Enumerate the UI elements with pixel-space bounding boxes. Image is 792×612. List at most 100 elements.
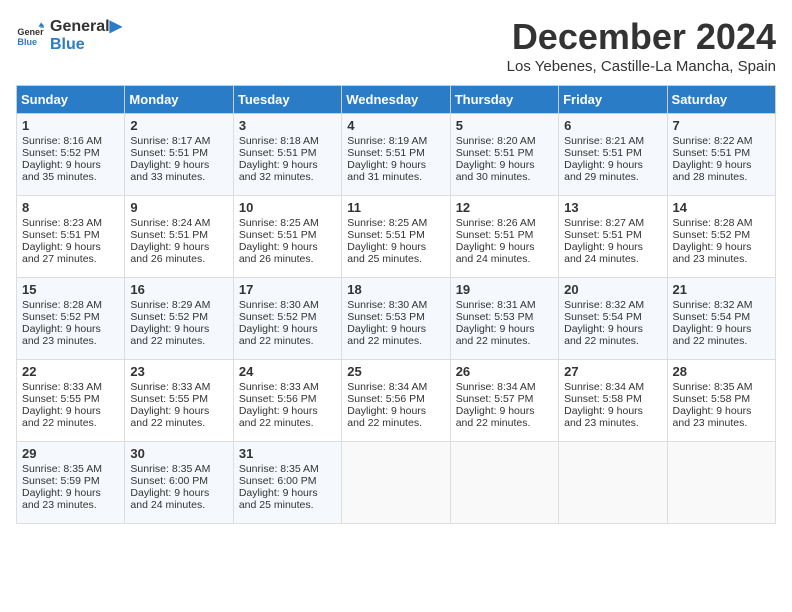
day-info: Daylight: 9 hours and 22 minutes. — [22, 405, 119, 429]
table-row: 25Sunrise: 8:34 AMSunset: 5:56 PMDayligh… — [342, 360, 450, 442]
table-row: 18Sunrise: 8:30 AMSunset: 5:53 PMDayligh… — [342, 278, 450, 360]
day-info: Daylight: 9 hours and 30 minutes. — [456, 159, 553, 183]
day-info: Sunrise: 8:34 AM — [564, 381, 661, 393]
day-info: Daylight: 9 hours and 24 minutes. — [564, 241, 661, 265]
month-title: December 2024 — [507, 16, 776, 58]
table-row: 5Sunrise: 8:20 AMSunset: 5:51 PMDaylight… — [450, 114, 558, 196]
day-number: 23 — [130, 364, 227, 379]
day-info: Sunrise: 8:20 AM — [456, 135, 553, 147]
location: Los Yebenes, Castille-La Mancha, Spain — [507, 58, 776, 75]
day-info: Sunset: 5:54 PM — [564, 311, 661, 323]
logo-icon: General Blue — [16, 21, 44, 49]
calendar-week-row: 8 Sunrise: 8:23 AM Sunset: 5:51 PM Daylight… — [17, 196, 776, 278]
day-info: Sunset: 5:57 PM — [456, 393, 553, 405]
day-info: Daylight: 9 hours and 24 minutes. — [130, 487, 227, 511]
table-row: 4Sunrise: 8:19 AMSunset: 5:51 PMDaylight… — [342, 114, 450, 196]
day-info: Sunrise: 8:26 AM — [456, 217, 553, 229]
col-tuesday: Tuesday — [233, 86, 341, 114]
day-info: Sunrise: 8:33 AM — [239, 381, 336, 393]
day-info: Sunrise: 8:28 AM — [22, 299, 119, 311]
day-info: Sunrise: 8:33 AM — [130, 381, 227, 393]
day-number: 19 — [456, 282, 553, 297]
day-info: Sunset: 5:52 PM — [130, 311, 227, 323]
day-info: Daylight: 9 hours and 29 minutes. — [564, 159, 661, 183]
day-info: Sunset: 5:51 PM — [130, 229, 227, 241]
day-info: Daylight: 9 hours and 23 minutes. — [673, 241, 770, 265]
day-info: Sunrise: 8:34 AM — [456, 381, 553, 393]
day-info: Sunrise: 8:24 AM — [130, 217, 227, 229]
day-info: Sunrise: 8:21 AM — [564, 135, 661, 147]
day-info: Sunset: 5:51 PM — [130, 147, 227, 159]
day-info: Daylight: 9 hours and 22 minutes. — [130, 323, 227, 347]
day-info: Sunset: 5:56 PM — [347, 393, 444, 405]
day-info: Sunset: 5:51 PM — [347, 229, 444, 241]
table-row: 27Sunrise: 8:34 AMSunset: 5:58 PMDayligh… — [559, 360, 667, 442]
day-info: Sunrise: 8:19 AM — [347, 135, 444, 147]
table-row: 9Sunrise: 8:24 AMSunset: 5:51 PMDaylight… — [125, 196, 233, 278]
day-info: Daylight: 9 hours and 22 minutes. — [239, 405, 336, 429]
table-row: 20Sunrise: 8:32 AMSunset: 5:54 PMDayligh… — [559, 278, 667, 360]
col-sunday: Sunday — [17, 86, 125, 114]
day-number: 15 — [22, 282, 119, 297]
day-number: 3 — [239, 118, 336, 133]
day-info: Daylight: 9 hours and 25 minutes. — [239, 487, 336, 511]
day-info: Sunrise: 8:30 AM — [239, 299, 336, 311]
table-row: 10Sunrise: 8:25 AMSunset: 5:51 PMDayligh… — [233, 196, 341, 278]
calendar-week-row: 1Sunrise: 8:16 AMSunset: 5:52 PMDaylight… — [17, 114, 776, 196]
table-row: 13Sunrise: 8:27 AMSunset: 5:51 PMDayligh… — [559, 196, 667, 278]
day-info: Sunset: 5:55 PM — [22, 393, 119, 405]
day-info: Sunset: 5:58 PM — [673, 393, 770, 405]
day-info: Sunset: 6:00 PM — [239, 475, 336, 487]
calendar-week-row: 15Sunrise: 8:28 AMSunset: 5:52 PMDayligh… — [17, 278, 776, 360]
day-info: Daylight: 9 hours and 22 minutes. — [456, 405, 553, 429]
day-number: 12 — [456, 200, 553, 215]
day-info: Sunset: 5:54 PM — [673, 311, 770, 323]
day-info: Sunrise: 8:17 AM — [130, 135, 227, 147]
svg-text:General: General — [17, 27, 44, 37]
day-number: 16 — [130, 282, 227, 297]
table-row: 8Sunrise: 8:23 AMSunset: 5:51 PMDaylight… — [17, 196, 125, 278]
day-info: Sunset: 5:52 PM — [673, 229, 770, 241]
table-row — [450, 442, 558, 524]
day-info: Sunset: 5:52 PM — [239, 311, 336, 323]
day-number: 17 — [239, 282, 336, 297]
day-number: 28 — [673, 364, 770, 379]
col-friday: Friday — [559, 86, 667, 114]
day-info: Sunset: 5:52 PM — [22, 311, 119, 323]
day-info: Daylight: 9 hours and 32 minutes. — [239, 159, 336, 183]
day-number: 8 — [22, 200, 119, 215]
day-info: Daylight: 9 hours and 23 minutes. — [22, 323, 119, 347]
table-row: 21Sunrise: 8:32 AMSunset: 5:54 PMDayligh… — [667, 278, 775, 360]
table-row: 12Sunrise: 8:26 AMSunset: 5:51 PMDayligh… — [450, 196, 558, 278]
day-number: 13 — [564, 200, 661, 215]
day-info: Sunset: 6:00 PM — [130, 475, 227, 487]
title-block: December 2024 Los Yebenes, Castille-La M… — [507, 16, 776, 75]
day-number: 29 — [22, 446, 119, 461]
table-row: 30Sunrise: 8:35 AMSunset: 6:00 PMDayligh… — [125, 442, 233, 524]
day-info: Daylight: 9 hours and 22 minutes. — [130, 405, 227, 429]
table-row: 24Sunrise: 8:33 AMSunset: 5:56 PMDayligh… — [233, 360, 341, 442]
table-row: 26Sunrise: 8:34 AMSunset: 5:57 PMDayligh… — [450, 360, 558, 442]
table-row: 7Sunrise: 8:22 AMSunset: 5:51 PMDaylight… — [667, 114, 775, 196]
day-info: Sunset: 5:51 PM — [456, 147, 553, 159]
day-info: Daylight: 9 hours and 31 minutes. — [347, 159, 444, 183]
table-row: 28Sunrise: 8:35 AMSunset: 5:58 PMDayligh… — [667, 360, 775, 442]
day-info: Sunset: 5:56 PM — [239, 393, 336, 405]
day-info: Sunrise: 8:27 AM — [564, 217, 661, 229]
day-info: Daylight: 9 hours and 23 minutes. — [673, 405, 770, 429]
day-info: Daylight: 9 hours and 24 minutes. — [456, 241, 553, 265]
day-info: Sunrise: 8:28 AM — [673, 217, 770, 229]
col-monday: Monday — [125, 86, 233, 114]
day-number: 25 — [347, 364, 444, 379]
day-info: Daylight: 9 hours and 28 minutes. — [673, 159, 770, 183]
day-info: Sunrise: 8:22 AM — [673, 135, 770, 147]
table-row: 16Sunrise: 8:29 AMSunset: 5:52 PMDayligh… — [125, 278, 233, 360]
page-header: General Blue General▶ Blue December 2024… — [16, 16, 776, 75]
day-info: Sunrise: 8:30 AM — [347, 299, 444, 311]
day-number: 31 — [239, 446, 336, 461]
day-info: Sunrise: 8:23 AM — [22, 217, 119, 229]
day-number: 20 — [564, 282, 661, 297]
table-row: 11Sunrise: 8:25 AMSunset: 5:51 PMDayligh… — [342, 196, 450, 278]
table-row: 19Sunrise: 8:31 AMSunset: 5:53 PMDayligh… — [450, 278, 558, 360]
svg-text:Blue: Blue — [17, 37, 37, 47]
